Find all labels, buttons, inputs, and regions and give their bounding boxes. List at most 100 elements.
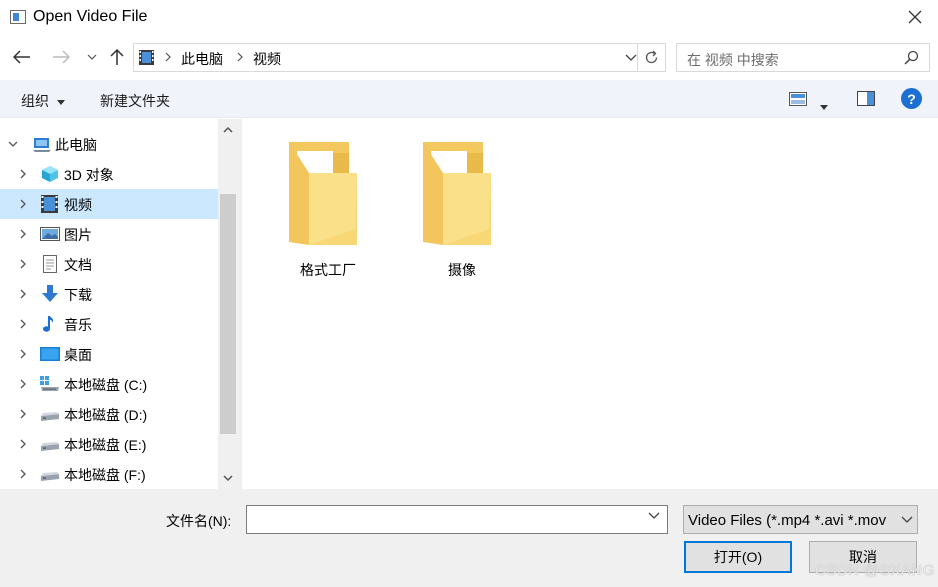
tree-item-label: 下载 bbox=[64, 287, 92, 303]
chevron-right-icon[interactable] bbox=[17, 438, 29, 450]
tree-item-documents[interactable]: 文档 bbox=[0, 249, 218, 279]
chevron-right-icon[interactable] bbox=[17, 348, 29, 360]
folder-name: 格式工厂 bbox=[300, 262, 356, 278]
tree-item-drive-e[interactable]: 本地磁盘 (E:) bbox=[0, 429, 218, 459]
folder-item[interactable]: 格式工厂 bbox=[283, 129, 373, 278]
search-placeholder[interactable]: 在 视频 中搜索 bbox=[687, 50, 779, 70]
preview-pane-icon bbox=[857, 91, 875, 106]
tree-item-label: 视频 bbox=[64, 197, 92, 213]
file-type-dropdown[interactable] bbox=[897, 506, 917, 533]
caret-down-icon bbox=[56, 99, 65, 105]
chevron-right-icon[interactable] bbox=[17, 468, 29, 480]
chevron-right-icon bbox=[237, 52, 243, 62]
title-bar: Open Video File bbox=[0, 0, 938, 36]
pictures-icon bbox=[40, 227, 60, 241]
back-button[interactable] bbox=[11, 46, 33, 68]
window-title: Open Video File bbox=[33, 8, 148, 25]
chevron-right-icon[interactable] bbox=[17, 198, 29, 210]
refresh-button[interactable] bbox=[637, 44, 665, 71]
preview-pane-button[interactable] bbox=[857, 91, 875, 109]
filename-input[interactable] bbox=[246, 505, 668, 534]
chevron-down-icon bbox=[87, 54, 97, 60]
download-icon bbox=[42, 285, 58, 302]
tree-item-music[interactable]: 音乐 bbox=[0, 309, 218, 339]
scroll-up-icon[interactable] bbox=[222, 124, 234, 136]
chevron-right-icon[interactable] bbox=[17, 288, 29, 300]
documents-icon bbox=[43, 255, 57, 273]
folder-icon bbox=[423, 142, 491, 245]
navigation-pane: 此电脑 3D 对象 视频 图片 文档 下载 音乐 桌面 本地磁盘 (C:) 本地… bbox=[0, 119, 218, 489]
file-dialog-footer: 文件名(N): Video Files (*.mp4 *.avi *.mov 打… bbox=[0, 489, 938, 587]
search-icon[interactable] bbox=[904, 50, 919, 65]
filename-label: 文件名(N): bbox=[166, 513, 232, 529]
close-button[interactable] bbox=[892, 0, 938, 34]
view-options-button[interactable] bbox=[789, 92, 807, 109]
arrow-right-icon bbox=[53, 50, 70, 64]
drive-icon bbox=[41, 412, 59, 421]
tree-item-drive-d[interactable]: 本地磁盘 (D:) bbox=[0, 399, 218, 429]
caret-down-icon bbox=[820, 105, 828, 110]
tree-item-videos[interactable]: 视频 bbox=[0, 189, 218, 219]
tree-item-label: 本地磁盘 (F:) bbox=[64, 467, 146, 483]
close-icon bbox=[908, 10, 922, 24]
pc-icon bbox=[33, 138, 51, 152]
tree-item-label: 本地磁盘 (D:) bbox=[64, 407, 148, 423]
arrow-up-icon bbox=[110, 48, 124, 65]
command-bar: 组织 新建文件夹 ? bbox=[0, 80, 938, 118]
tree-item-label: 本地磁盘 (E:) bbox=[64, 437, 147, 453]
recent-locations-button[interactable] bbox=[81, 46, 103, 68]
chevron-right-icon[interactable] bbox=[17, 168, 29, 180]
chevron-right-icon[interactable] bbox=[17, 408, 29, 420]
tree-item-label: 本地磁盘 (C:) bbox=[64, 377, 148, 393]
desktop-icon bbox=[40, 347, 60, 361]
tree-item-label: 桌面 bbox=[64, 347, 92, 363]
scrollbar-thumb[interactable] bbox=[220, 194, 236, 434]
arrow-left-icon bbox=[13, 50, 30, 64]
chevron-down-icon[interactable] bbox=[7, 138, 19, 150]
chevron-down-icon[interactable] bbox=[648, 512, 660, 520]
chevron-right-icon bbox=[165, 52, 171, 62]
tree-item-desktop[interactable]: 桌面 bbox=[0, 339, 218, 369]
tree-item-drive-f[interactable]: 本地磁盘 (F:) bbox=[0, 459, 218, 489]
up-button[interactable] bbox=[106, 46, 128, 68]
tree-item-pictures[interactable]: 图片 bbox=[0, 219, 218, 249]
video-icon bbox=[41, 195, 58, 213]
file-type-select[interactable]: Video Files (*.mp4 *.avi *.mov bbox=[683, 505, 918, 534]
tree-item-downloads[interactable]: 下载 bbox=[0, 279, 218, 309]
video-icon bbox=[139, 50, 154, 65]
scroll-down-icon[interactable] bbox=[222, 472, 234, 484]
new-folder-button[interactable]: 新建文件夹 bbox=[100, 91, 170, 111]
view-icon bbox=[789, 92, 807, 106]
breadcrumb-videos[interactable]: 视频 bbox=[253, 49, 281, 69]
chevron-right-icon[interactable] bbox=[17, 228, 29, 240]
folder-icon bbox=[289, 142, 357, 245]
chevron-right-icon[interactable] bbox=[17, 258, 29, 270]
refresh-icon bbox=[645, 50, 658, 64]
tree-item-drive-c[interactable]: 本地磁盘 (C:) bbox=[0, 369, 218, 399]
tree-item-this-pc[interactable]: 此电脑 bbox=[0, 129, 218, 159]
open-button[interactable]: 打开(O) bbox=[684, 541, 792, 573]
navigation-scrollbar[interactable] bbox=[218, 119, 238, 489]
file-type-value: Video Files (*.mp4 *.avi *.mov bbox=[688, 512, 887, 529]
tree-item-label: 音乐 bbox=[64, 317, 92, 333]
help-button[interactable]: ? bbox=[901, 88, 922, 109]
chevron-down-icon[interactable] bbox=[625, 50, 637, 64]
tree-item-3d-objects[interactable]: 3D 对象 bbox=[0, 159, 218, 189]
tree-item-label: 3D 对象 bbox=[64, 167, 114, 183]
chevron-down-icon bbox=[901, 516, 913, 523]
view-dropdown-button[interactable] bbox=[820, 97, 828, 113]
forward-button[interactable] bbox=[50, 46, 72, 68]
navigation-bar: 此电脑 视频 在 视频 中搜索 bbox=[0, 36, 938, 80]
organize-menu[interactable]: 组织 bbox=[21, 91, 65, 111]
chevron-right-icon[interactable] bbox=[17, 378, 29, 390]
search-box[interactable]: 在 视频 中搜索 bbox=[676, 43, 930, 72]
organize-label: 组织 bbox=[21, 93, 49, 109]
chevron-right-icon[interactable] bbox=[17, 318, 29, 330]
drive-icon bbox=[41, 472, 59, 481]
address-bar[interactable]: 此电脑 视频 bbox=[133, 43, 666, 72]
folder-item[interactable]: 摄像 bbox=[417, 129, 507, 278]
tree-item-label: 此电脑 bbox=[55, 137, 97, 153]
app-icon bbox=[10, 10, 26, 24]
breadcrumb-pc[interactable]: 此电脑 bbox=[181, 49, 223, 69]
watermark: CSDN @SXANG bbox=[815, 562, 935, 579]
